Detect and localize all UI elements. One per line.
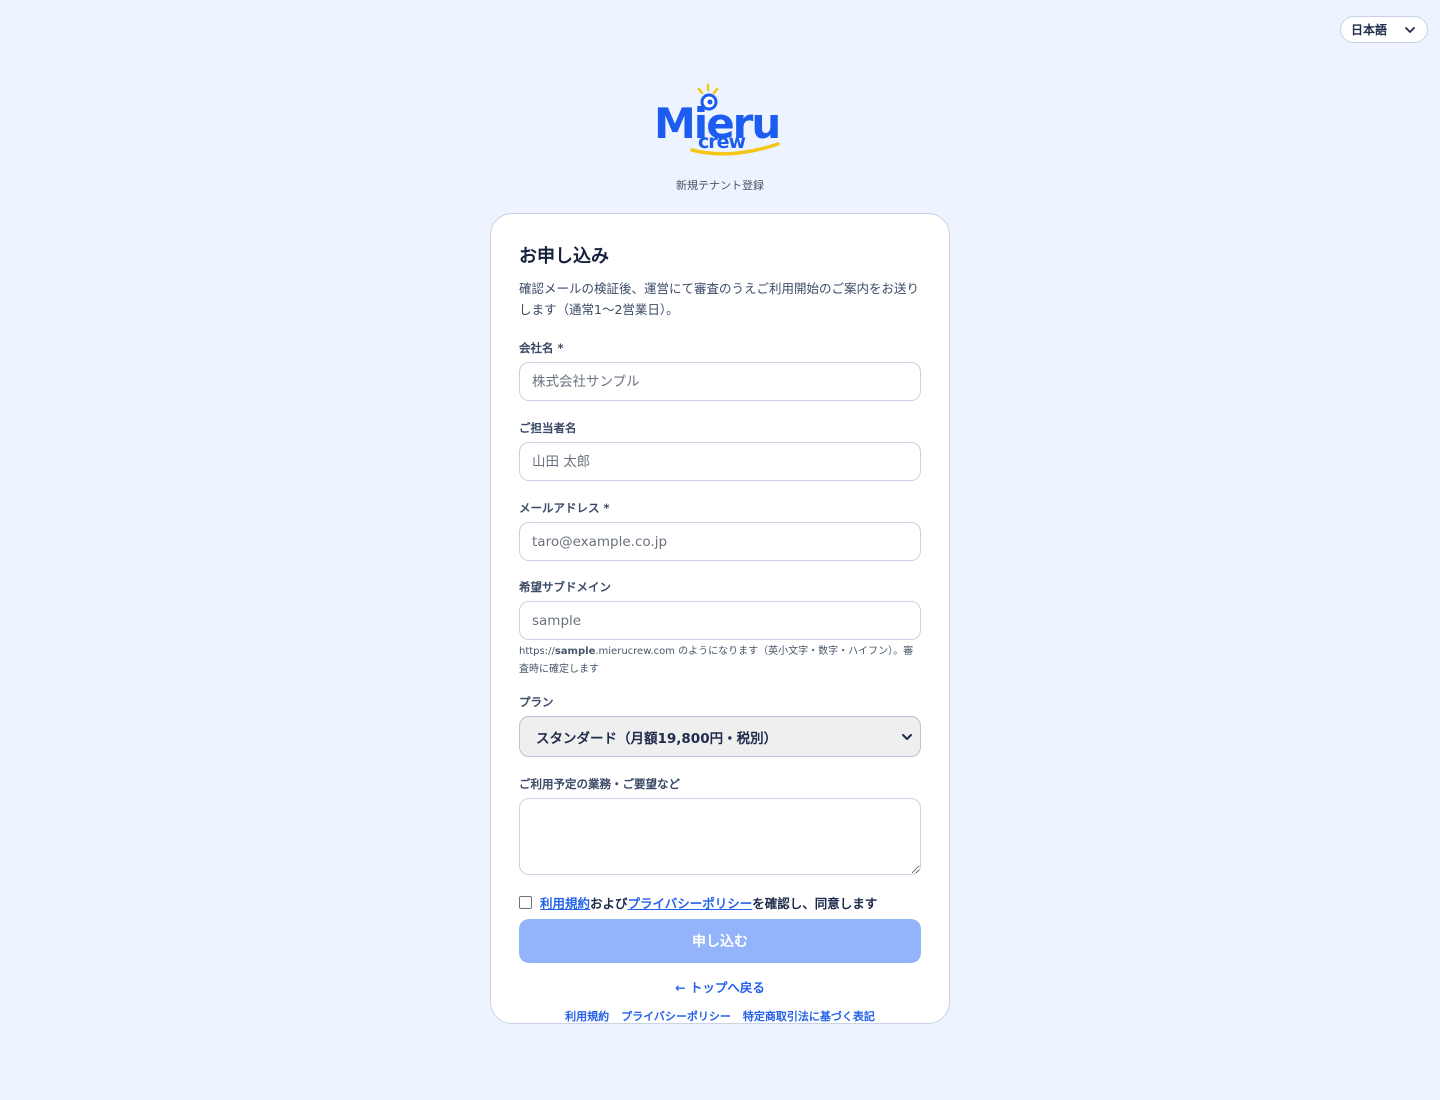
- contact-field: ご担当者名: [519, 420, 921, 481]
- submit-button[interactable]: 申し込む: [519, 919, 921, 963]
- language-select-value: 日本語: [1351, 23, 1388, 37]
- subdomain-hint: https://sample.mierucrew.com のようになります（英小…: [519, 646, 914, 675]
- brand-logo: Mieru crew: [650, 80, 790, 164]
- agree-middle-text: および: [590, 895, 628, 911]
- notes-textarea[interactable]: [519, 798, 921, 875]
- mierucrew-logo: Mieru crew: [654, 83, 781, 156]
- plan-field: プラン スタンダード（月額19,800円・税別）: [519, 694, 921, 757]
- subdomain-field: 希望サブドメイン https://sample.mierucrew.com のよ…: [519, 579, 921, 679]
- notes-field: ご利用予定の業務・ご要望など: [519, 776, 921, 875]
- footer-links: 利用規約 プライバシーポリシー 特定商取引法に基づく表記: [519, 1008, 921, 1024]
- email-field: メールアドレス *: [519, 500, 921, 561]
- application-card: お申し込み 確認メールの検証後、運営にて審査のうえご利用開始のご案内をお送りしま…: [490, 213, 950, 1024]
- contact-label: ご担当者名: [519, 421, 577, 435]
- subdomain-label: 希望サブドメイン: [519, 580, 611, 594]
- company-field: 会社名 *: [519, 340, 921, 401]
- email-input[interactable]: [519, 522, 921, 561]
- language-select[interactable]: 日本語: [1340, 16, 1428, 43]
- plan-label: プラン: [519, 695, 554, 709]
- notes-label: ご利用予定の業務・ご要望など: [519, 777, 680, 791]
- terms-link[interactable]: 利用規約: [540, 893, 590, 912]
- agree-suffix-text: を確認し、同意します: [752, 895, 878, 911]
- form-title: お申し込み: [519, 246, 609, 267]
- svg-text:crew: crew: [698, 131, 746, 153]
- email-label: メールアドレス *: [519, 501, 610, 515]
- page-subtitle: 新規テナント登録: [676, 179, 764, 192]
- footer-link-privacy[interactable]: プライバシーポリシー: [621, 1008, 731, 1024]
- back-to-top-link[interactable]: ← トップへ戻る: [519, 977, 921, 996]
- agree-row: 利用規約 および プライバシーポリシー を確認し、同意します: [519, 892, 921, 912]
- footer-link-terms[interactable]: 利用規約: [565, 1008, 609, 1024]
- agree-checkbox[interactable]: [519, 895, 532, 909]
- chevron-down-icon: [902, 734, 912, 740]
- plan-select[interactable]: スタンダード（月額19,800円・税別）: [519, 716, 921, 757]
- subdomain-input[interactable]: [519, 601, 921, 640]
- company-input[interactable]: [519, 362, 921, 401]
- contact-input[interactable]: [519, 442, 921, 481]
- plan-select-value: スタンダード（月額19,800円・税別）: [536, 730, 778, 747]
- privacy-link[interactable]: プライバシーポリシー: [628, 893, 753, 912]
- form-description: 確認メールの検証後、運営にて審査のうえご利用開始のご案内をお送りします（通常1〜…: [519, 281, 920, 317]
- company-label: 会社名 *: [519, 341, 564, 355]
- footer-link-commerce[interactable]: 特定商取引法に基づく表記: [743, 1008, 875, 1024]
- chevron-down-icon: [1405, 27, 1415, 33]
